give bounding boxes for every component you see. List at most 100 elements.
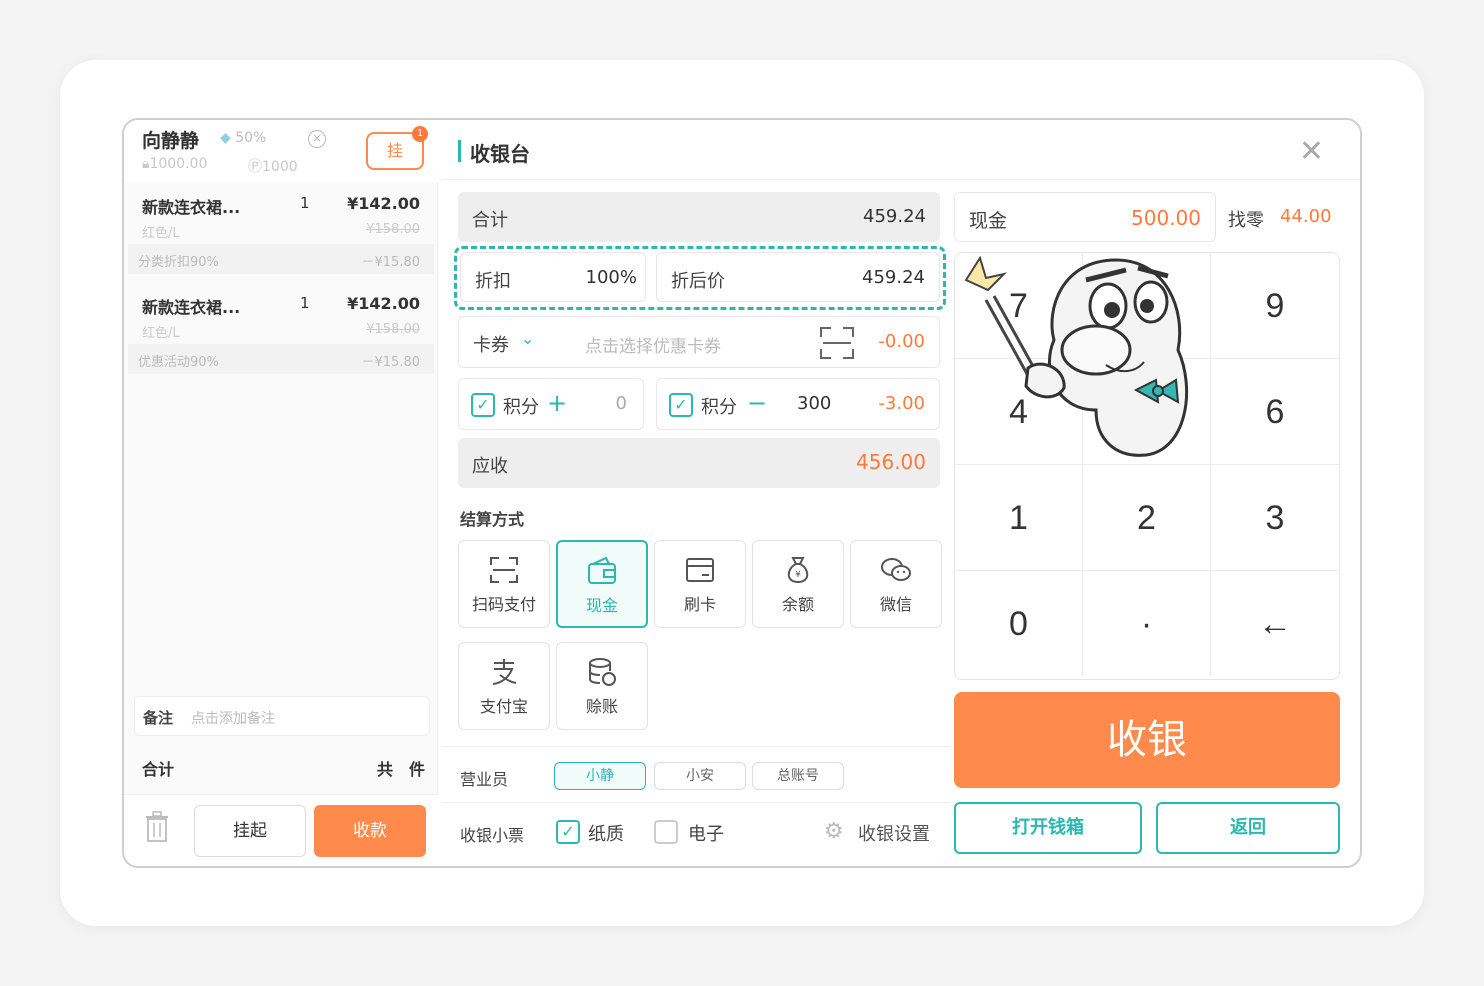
discount-label: 折扣 (475, 271, 511, 292)
gear-icon[interactable]: ⚙ (824, 819, 844, 844)
pay-method-wechat[interactable]: 微信 (850, 540, 942, 628)
key-0[interactable]: 0 (955, 571, 1083, 677)
pay-method-label: 余额 (781, 595, 814, 614)
checkout-header: 收银台 ✕ (442, 120, 1360, 180)
salesperson-option[interactable]: 总账号 (752, 762, 844, 790)
item-title: 新款连衣裙... (142, 198, 241, 217)
coupon-placeholder: 点击选择优惠卡券 (585, 337, 721, 357)
key-backspace[interactable]: ← (1211, 571, 1339, 677)
key-2[interactable]: 2 (1083, 465, 1211, 571)
points-deduct-value: -3.00 (878, 393, 925, 414)
receipt-paper-label: 纸质 (588, 824, 624, 845)
vip-discount-value: 50% (235, 130, 267, 146)
key-6[interactable]: 6 (1211, 359, 1339, 465)
pay-method-label: 微信 (879, 595, 912, 614)
discounted-price-value: 459.24 (862, 267, 925, 288)
salesperson-option[interactable]: 小安 (654, 762, 746, 790)
pos-window: 向静静 ◆ 50% × 🔒︎1000.00 Ⓟ1000 挂 1 新款连衣裙...… (122, 118, 1362, 868)
promo-label: 优惠活动90% (138, 355, 219, 370)
pay-method-label: 刷卡 (683, 595, 716, 614)
pay-method-label: 扫码支付 (471, 595, 536, 614)
change-label: 找零 (1228, 210, 1264, 231)
card-icon (686, 558, 714, 582)
collect-button[interactable]: 收款 (314, 805, 426, 857)
coins-icon (589, 658, 616, 686)
chevron-down-icon[interactable]: ⌄ (521, 329, 534, 348)
item-sku: 红色/L (142, 326, 180, 341)
cart-total-label: 合计 (142, 760, 175, 779)
receipt-electronic-label: 电子 (688, 824, 724, 845)
scan-icon[interactable] (819, 325, 855, 361)
remark-label: 备注 (143, 709, 174, 727)
receipt-electronic-checkbox[interactable]: ✓ (654, 820, 678, 844)
total-row: 合计 459.24 (458, 192, 940, 242)
trash-icon[interactable] (144, 811, 170, 843)
points-deduct-field[interactable]: ✓ 积分 − 300 -3.00 (656, 378, 940, 430)
mascot-illustration (964, 255, 1189, 457)
discounted-price-field[interactable]: 折后价 459.24 (656, 252, 940, 302)
cash-label: 现金 (969, 210, 1008, 232)
diamond-icon: ◆ (220, 130, 231, 146)
remark-placeholder: 点击添加备注 (191, 711, 275, 727)
salesperson-option[interactable]: 小静 (554, 762, 646, 790)
hang-count-badge: 1 (412, 126, 428, 142)
member-info: 向静静 ◆ 50% × 🔒︎1000.00 Ⓟ1000 挂 1 (124, 120, 438, 182)
discount-field[interactable]: 折扣 100% (460, 252, 646, 302)
discount-value: 100% (585, 267, 637, 288)
item-qty: 1 (300, 294, 310, 312)
member-name: 向静静 (142, 130, 200, 152)
cart-item[interactable]: 新款连衣裙... 1 ¥142.00 红色/L ¥158.00 优惠活动90% … (128, 286, 434, 374)
remark-field[interactable]: 备注 点击添加备注 (134, 696, 430, 736)
cart-item[interactable]: 新款连衣裙... 1 ¥142.00 红色/L ¥158.00 分类折扣90% … (128, 186, 434, 274)
cart-panel: 向静静 ◆ 50% × 🔒︎1000.00 Ⓟ1000 挂 1 新款连衣裙...… (124, 120, 438, 866)
points-deduct-points: 300 (797, 393, 832, 414)
key-9[interactable]: 9 (1211, 253, 1339, 359)
coupon-row[interactable]: 卡券 ⌄ 点击选择优惠卡券 -0.00 (458, 316, 940, 368)
item-sku: 红色/L (142, 226, 180, 241)
receivable-row: 应收 456.00 (458, 438, 940, 488)
key-dot[interactable]: · (1083, 571, 1211, 677)
receivable-value: 456.00 (856, 450, 926, 474)
cart-footer: 挂起 收款 (124, 794, 438, 866)
points-add-checkbox[interactable]: ✓ (471, 393, 495, 417)
page-title: 收银台 (470, 142, 530, 166)
checkout-button[interactable]: 收银 (954, 692, 1340, 788)
cart-total-count: 共 件 (376, 760, 425, 779)
cash-field[interactable]: 现金 500.00 (954, 192, 1216, 242)
money-bag-icon: ¥ (787, 557, 809, 584)
back-button[interactable]: 返回 (1156, 802, 1340, 854)
pay-method-label: 支付宝 (479, 697, 528, 716)
balance-stat: 🔒︎1000.00 (142, 156, 207, 172)
points-add-field[interactable]: ✓ 积分 + 0 (458, 378, 644, 430)
open-drawer-button[interactable]: 打开钱箱 (954, 802, 1142, 854)
promo-label: 分类折扣90% (138, 255, 219, 270)
wallet-icon (588, 556, 616, 584)
points-add-label: 积分 (503, 397, 539, 418)
pay-method-credit[interactable]: 赊账 (556, 642, 648, 730)
item-price: ¥142.00 (347, 194, 420, 213)
change-value: 44.00 (1280, 206, 1332, 227)
pay-method-cash[interactable]: 现金 (556, 540, 648, 628)
divider (442, 746, 950, 747)
key-1[interactable]: 1 (955, 465, 1083, 571)
plus-icon: + (547, 389, 568, 417)
pay-method-alipay[interactable]: 支付宝 (458, 642, 550, 730)
pay-method-balance[interactable]: ¥ 余额 (752, 540, 844, 628)
vip-discount: ◆ 50% (220, 130, 266, 146)
receipt-paper-checkbox[interactable]: ✓ (556, 820, 580, 844)
points-deduct-checkbox[interactable]: ✓ (669, 393, 693, 417)
pay-method-label: 现金 (585, 596, 618, 615)
balance-value: 1000.00 (149, 156, 208, 172)
pay-method-card[interactable]: 刷卡 (654, 540, 746, 628)
coupon-value: -0.00 (878, 331, 925, 352)
checkout-settings-link[interactable]: 收银设置 (858, 820, 930, 846)
salesperson-label: 营业员 (460, 770, 509, 789)
pay-method-scan[interactable]: 扫码支付 (458, 540, 550, 628)
remove-member-icon[interactable]: × (308, 130, 326, 148)
item-price: ¥142.00 (347, 294, 420, 313)
hang-order-button[interactable]: 挂起 (194, 805, 306, 857)
item-qty: 1 (300, 194, 310, 212)
close-icon[interactable]: ✕ (1299, 134, 1324, 169)
key-3[interactable]: 3 (1211, 465, 1339, 571)
cash-value: 500.00 (1131, 206, 1201, 230)
